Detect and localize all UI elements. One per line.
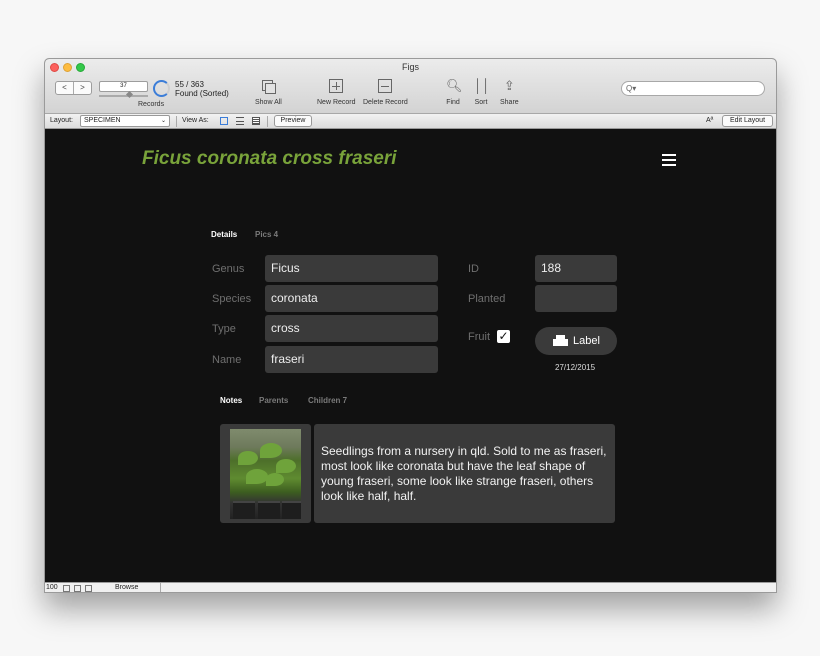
found-set-pie-icon — [153, 80, 170, 97]
species-label: Species — [212, 293, 252, 305]
delete-record-button[interactable]: Delete Record — [363, 79, 408, 106]
id-field[interactable]: 188 — [535, 255, 617, 282]
preview-button[interactable]: Preview — [274, 115, 312, 127]
genus-label: Genus — [212, 263, 245, 275]
window-title: Figs — [401, 62, 419, 72]
mode-indicator[interactable]: Browse — [115, 584, 138, 591]
share-icon: ⇪ — [503, 78, 515, 93]
show-all-button[interactable]: Show All — [255, 79, 282, 106]
magnifier-icon: 🔍︎ — [446, 78, 463, 93]
tab-pics[interactable]: Pics 4 — [255, 230, 278, 239]
record-title: Ficus coronata cross fraseri — [142, 148, 397, 169]
find-button[interactable]: 🔍︎ Find — [446, 78, 463, 107]
hamburger-menu-icon[interactable] — [662, 154, 676, 166]
planted-label: Planted — [468, 293, 506, 305]
text-formatting-icon[interactable]: Aª — [706, 117, 713, 124]
tab-details[interactable]: Details — [211, 230, 237, 239]
name-label: Name — [212, 354, 242, 366]
tab-parents[interactable]: Parents — [259, 396, 288, 405]
view-as-label: View As: — [182, 117, 209, 124]
quick-find-input[interactable]: Q▾ — [621, 81, 765, 96]
id-label: ID — [468, 263, 479, 275]
zoom-out-icon[interactable] — [63, 585, 70, 592]
notes-field[interactable]: Seedlings from a nursery in qld. Sold to… — [314, 424, 615, 523]
next-record-button[interactable]: > — [74, 82, 91, 94]
type-label: Type — [212, 323, 236, 335]
toolbar-toggle-icon[interactable] — [85, 585, 92, 592]
delete-record-label: Delete Record — [363, 99, 408, 106]
current-record-field[interactable]: 37 — [99, 81, 148, 92]
divider — [176, 116, 177, 127]
fruit-label: Fruit — [468, 331, 490, 343]
type-field[interactable]: cross — [265, 315, 438, 342]
genus-field[interactable]: Ficus — [265, 255, 438, 282]
photo-container[interactable] — [220, 424, 311, 523]
share-label: Share — [500, 99, 519, 106]
sort-button[interactable]: ││ Sort — [474, 78, 491, 107]
new-record-button[interactable]: New Record — [317, 79, 356, 106]
fruit-checkbox[interactable]: ✓ — [497, 330, 510, 343]
new-record-icon — [329, 79, 344, 93]
record-content: Ficus coronata cross fraseri Details Pic… — [45, 130, 776, 582]
layout-select-value: SPECIMEN — [84, 117, 121, 124]
tab-notes[interactable]: Notes — [220, 396, 242, 405]
edit-layout-button[interactable]: Edit Layout — [722, 115, 773, 127]
found-status: Found (Sorted) — [175, 89, 229, 98]
name-field[interactable]: fraseri — [265, 346, 438, 373]
species-field[interactable]: coronata — [265, 285, 438, 312]
zoom-in-icon[interactable] — [74, 585, 81, 592]
record-nav-buttons: < > — [55, 81, 92, 95]
status-bar: 100 Browse — [45, 582, 776, 592]
records-label: Records — [138, 101, 165, 108]
plant-photo — [230, 429, 301, 519]
title-bar: Figs < > 37 55 / 363 Found (Sorted) Reco… — [45, 59, 776, 114]
tab-children[interactable]: Children 7 — [308, 396, 347, 405]
find-label: Find — [446, 99, 460, 106]
zoom-level[interactable]: 100 — [46, 584, 58, 591]
label-date: 27/12/2015 — [555, 363, 596, 372]
label-print-button[interactable]: Label — [535, 327, 617, 355]
layout-prefix-label: Layout: — [50, 117, 73, 124]
label-button-text: Label — [573, 335, 600, 347]
delete-record-icon — [378, 79, 393, 93]
layout-bar: Layout: SPECIMEN ⌄ View As: Preview Aª E… — [45, 114, 776, 129]
record-slider[interactable] — [99, 95, 148, 97]
planted-field[interactable] — [535, 285, 617, 312]
divider — [160, 583, 161, 592]
divider — [267, 116, 268, 127]
found-count: 55 / 363 — [175, 80, 204, 89]
show-all-label: Show All — [255, 99, 282, 106]
app-window: Figs < > 37 55 / 363 Found (Sorted) Reco… — [44, 58, 777, 593]
sort-bars-icon: ││ — [474, 78, 491, 93]
printer-icon — [553, 335, 568, 348]
sort-label: Sort — [474, 99, 488, 106]
share-button[interactable]: ⇪ Share — [500, 78, 519, 107]
layout-select[interactable]: SPECIMEN ⌄ — [80, 115, 170, 127]
new-record-label: New Record — [317, 99, 356, 106]
show-all-icon — [261, 79, 277, 94]
form-view-icon[interactable] — [220, 117, 228, 125]
list-view-icon[interactable] — [236, 117, 244, 125]
table-view-icon[interactable] — [252, 117, 260, 125]
previous-record-button[interactable]: < — [56, 82, 74, 94]
chevron-down-icon: ⌄ — [160, 118, 166, 124]
